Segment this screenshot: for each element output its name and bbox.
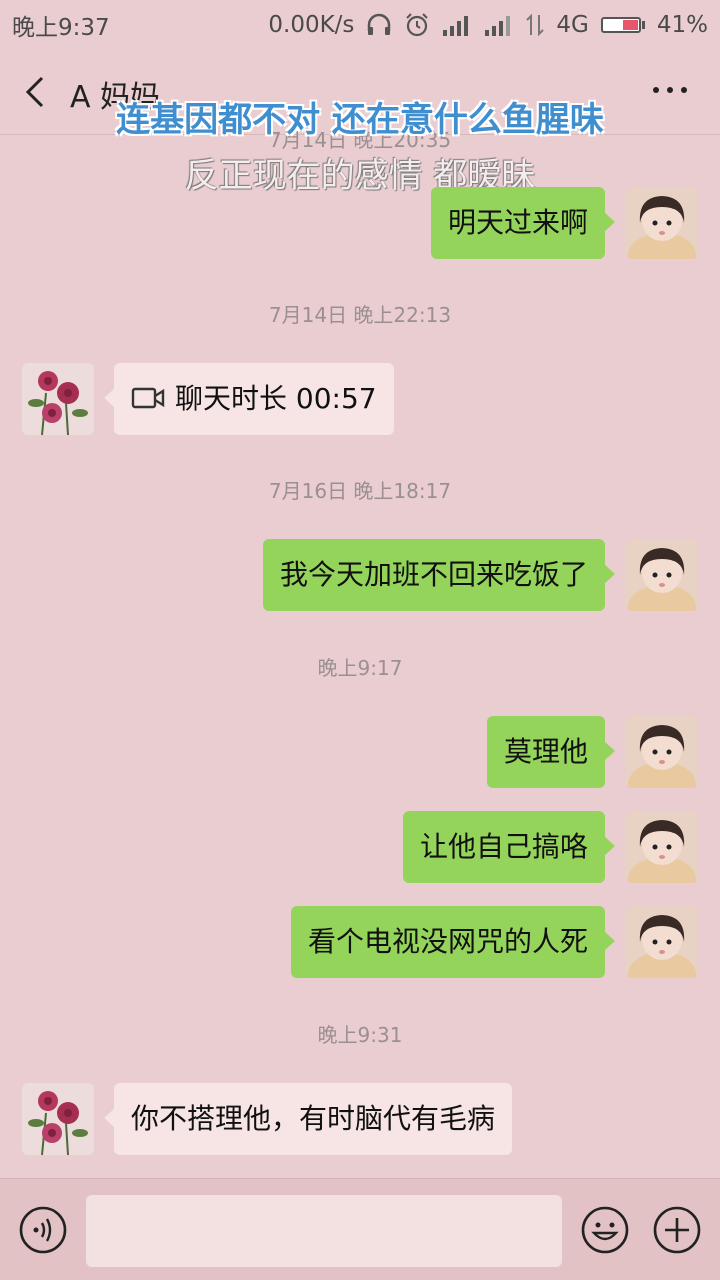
battery-icon xyxy=(600,17,645,33)
chat-title: A 妈妈 xyxy=(70,80,161,115)
message-bubble-sent[interactable]: 我今天加班不回来吃饭了 xyxy=(262,539,616,611)
lyric-line-2: 反正现在的感情 都暧昧 xyxy=(184,156,536,196)
message-bubble-sent[interactable]: 让他自己搞咯 xyxy=(402,811,616,883)
status-time: 晚上9:37 xyxy=(12,15,110,41)
message-bubble-received[interactable]: 你不搭理他，有时脑代有毛病 xyxy=(103,1083,513,1155)
timestamp: 7月14日 晚上22:13 xyxy=(268,303,452,327)
message-text: 看个电视没网咒的人死 xyxy=(307,925,588,958)
input-bar xyxy=(0,1178,720,1280)
timestamp-hidden: 7月14日 晚上20:35 xyxy=(268,128,452,152)
message-bubble-sent[interactable]: 莫理他 xyxy=(486,716,616,788)
data-transfer-icon xyxy=(526,13,545,37)
timestamp: 7月16日 晚上18:17 xyxy=(268,479,452,503)
plus-icon[interactable] xyxy=(652,1205,702,1255)
message-text: 让他自己搞咯 xyxy=(419,830,588,863)
avatar-self[interactable] xyxy=(626,906,698,978)
message-bubble-received[interactable]: 聊天时长 00:57 xyxy=(104,363,394,435)
message-input[interactable] xyxy=(86,1195,562,1267)
message-text: 你不搭理他，有时脑代有毛病 xyxy=(131,1102,496,1135)
status-indicators: 0.00K/s 4G 41% xyxy=(268,12,708,38)
network-speed: 0.00K/s xyxy=(268,12,355,38)
voice-input-icon[interactable] xyxy=(18,1205,68,1255)
message-text: 明天过来啊 xyxy=(447,206,588,239)
message-text: 莫理他 xyxy=(503,735,588,768)
avatar-self[interactable] xyxy=(626,187,698,259)
headphone-icon xyxy=(366,13,392,37)
message-text: 我今天加班不回来吃饭了 xyxy=(279,558,588,591)
status-bar: 晚上9:37 0.00K/s 4G 41% xyxy=(0,0,720,50)
timestamp: 晚上9:31 xyxy=(317,1023,403,1047)
avatar-self[interactable] xyxy=(626,811,698,883)
signal-icon-1 xyxy=(442,14,472,36)
avatar-self[interactable] xyxy=(626,539,698,611)
chat-header: A 妈妈 xyxy=(0,50,720,135)
network-type: 4G xyxy=(556,12,589,38)
message-bubble-sent[interactable]: 看个电视没网咒的人死 xyxy=(290,906,616,978)
avatar-self[interactable] xyxy=(626,716,698,788)
more-options-icon[interactable] xyxy=(650,80,690,100)
alarm-icon xyxy=(404,12,430,38)
emoji-icon[interactable] xyxy=(580,1205,630,1255)
call-duration-text: 聊天时长 00:57 xyxy=(175,382,377,415)
avatar-contact[interactable] xyxy=(22,363,94,435)
avatar-contact[interactable] xyxy=(22,1083,94,1155)
timestamp: 晚上9:17 xyxy=(317,656,403,680)
message-bubble-sent[interactable]: 明天过来啊 xyxy=(430,187,616,259)
video-call-icon xyxy=(131,387,165,409)
signal-icon-2 xyxy=(484,14,514,36)
back-arrow-icon[interactable] xyxy=(20,74,50,110)
chat-screen: 晚上9:37 0.00K/s 4G 41% A 妈妈 7月14日 晚上20:35… xyxy=(0,0,720,1280)
battery-percent: 41% xyxy=(656,12,708,38)
